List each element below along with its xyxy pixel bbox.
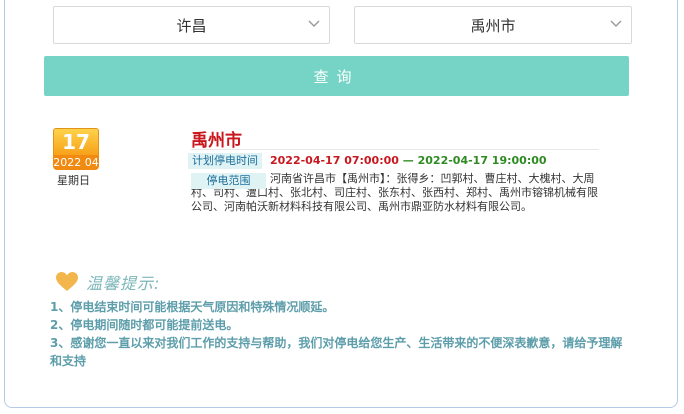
city-select-value: 许昌 (176, 16, 207, 35)
calendar-icon: 17 2022 04 (53, 128, 100, 170)
tips-title: 温馨提示: (86, 274, 161, 293)
tip-item: 3、感谢您一直以来对我们工作的支持与帮助，我们对停电给您生产、生活带来的不便深表… (50, 336, 623, 368)
title-divider (191, 149, 599, 150)
planned-time-label: 计划停电时间 (188, 153, 262, 169)
time-separator: — (402, 154, 414, 167)
notice-title: 禹州市 (191, 131, 242, 151)
time-end: 2022-04-17 19:00:00 (417, 154, 547, 167)
outage-range-label: 停电范围 (191, 173, 266, 189)
weekday-label: 星期日 (57, 174, 90, 187)
planned-time-range: 2022-04-17 07:00:00 — 2022-04-17 19:00:0… (270, 153, 547, 169)
tip-item: 2、停电期间随时都可能提前送电。 (50, 318, 239, 332)
tip-item: 1、停电结束时间可能根据天气原因和特殊情况顺延。 (50, 300, 335, 314)
county-select[interactable]: 禹州市 (354, 6, 632, 44)
city-select[interactable]: 许昌 (53, 6, 330, 44)
time-start: 2022-04-17 07:00:00 (270, 154, 399, 167)
county-select-value: 禹州市 (470, 16, 516, 35)
calendar-day: 17 (53, 128, 99, 156)
heart-icon (56, 272, 78, 291)
tips-list: 1、停电结束时间可能根据天气原因和特殊情况顺延。 2、停电期间随时都可能提前送电… (50, 298, 634, 370)
query-button[interactable]: 查询 (44, 56, 629, 96)
tips-header: 温馨提示: (56, 270, 160, 294)
chevron-down-icon (610, 20, 622, 27)
chevron-down-icon (308, 20, 320, 27)
calendar-year-month: 2022 04 (53, 155, 99, 170)
